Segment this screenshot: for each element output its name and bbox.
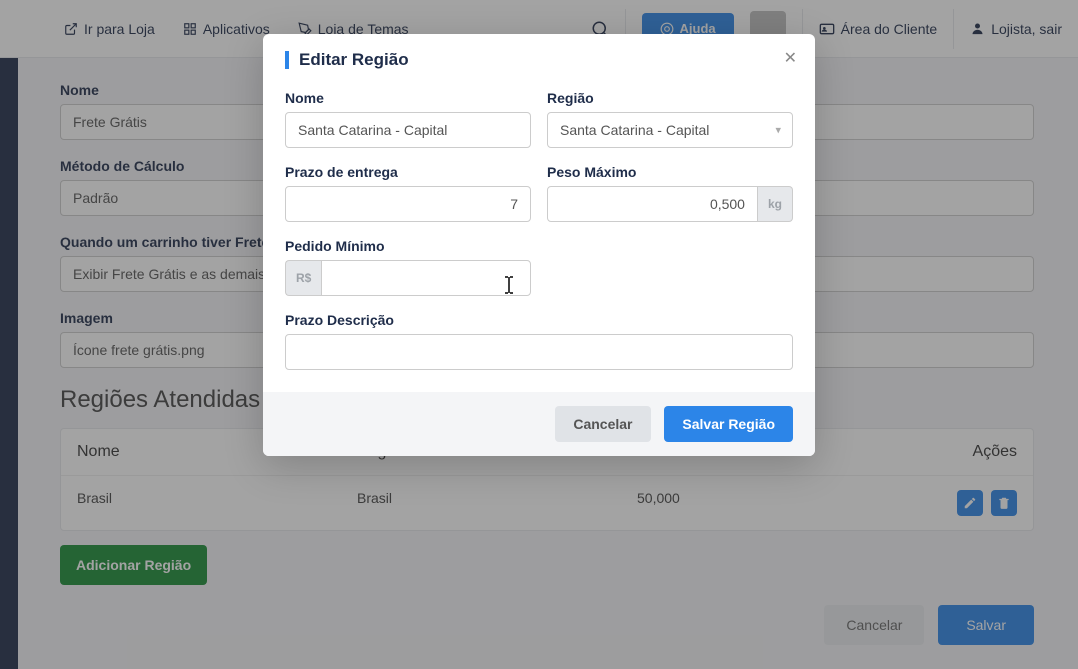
modal-prazo-label: Prazo de entrega xyxy=(285,164,531,180)
edit-region-modal: Editar Região ✕ Nome Região ▾ Prazo de e… xyxy=(263,34,815,456)
modal-title: Editar Região xyxy=(299,50,409,70)
pedido-prefix: R$ xyxy=(285,260,321,296)
text-cursor-icon xyxy=(500,274,518,296)
modal-nome-input[interactable] xyxy=(285,112,531,148)
modal-prazo-desc-input[interactable] xyxy=(285,334,793,370)
modal-cancel-button[interactable]: Cancelar xyxy=(555,406,650,442)
modal-pedido-label: Pedido Mínimo xyxy=(285,238,531,254)
modal-nome-label: Nome xyxy=(285,90,531,106)
modal-peso-label: Peso Máximo xyxy=(547,164,793,180)
modal-regiao-select[interactable] xyxy=(547,112,793,148)
modal-regiao-label: Região xyxy=(547,90,793,106)
peso-unit: kg xyxy=(758,186,793,222)
modal-save-button[interactable]: Salvar Região xyxy=(664,406,793,442)
title-accent xyxy=(285,51,289,69)
close-icon[interactable]: ✕ xyxy=(784,48,797,68)
modal-peso-input[interactable] xyxy=(547,186,758,222)
modal-prazo-desc-label: Prazo Descrição xyxy=(285,312,793,328)
modal-prazo-input[interactable] xyxy=(285,186,531,222)
